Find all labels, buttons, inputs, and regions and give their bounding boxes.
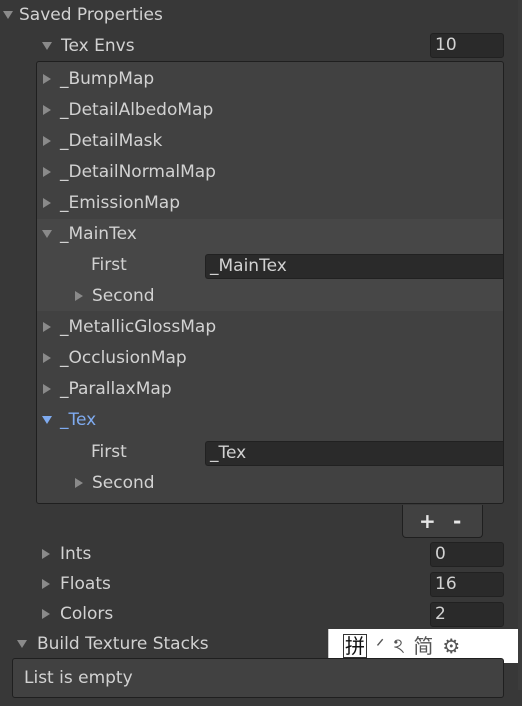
list-item-emissionmap[interactable]: _EmissionMap (37, 188, 180, 219)
inspector-panel: Saved Properties Tex Envs 10 _BumpMap _D… (0, 0, 522, 706)
list-item-detailalbedomap[interactable]: _DetailAlbedoMap (37, 95, 213, 126)
maintex-first-field[interactable]: _MainTex (205, 254, 503, 279)
build-texture-stacks-label: Build Texture Stacks (37, 634, 209, 654)
chevron-right-icon (43, 198, 51, 208)
list-item-label: _ParallaxMap (60, 379, 172, 399)
build-texture-stacks-list: List is empty (12, 658, 504, 698)
tex-envs-size-field[interactable]: 10 (430, 33, 504, 58)
tex-second-foldout[interactable]: Second (69, 468, 155, 499)
chevron-right-icon (42, 549, 50, 559)
floats-label: Floats (60, 574, 111, 594)
list-item-label: _EmissionMap (60, 193, 181, 213)
saved-properties-label: Saved Properties (19, 5, 163, 25)
floats-foldout[interactable]: Floats (0, 569, 111, 600)
list-item-bumpmap[interactable]: _BumpMap (37, 64, 154, 95)
ints-foldout[interactable]: Ints (0, 539, 91, 570)
chevron-down-icon (42, 230, 52, 238)
list-item-occlusionmap[interactable]: _OcclusionMap (37, 343, 187, 374)
chevron-right-icon (43, 105, 51, 115)
colors-foldout[interactable]: Colors (0, 599, 113, 630)
chevron-down-icon (42, 416, 52, 424)
tex-first-label: First (91, 442, 127, 462)
chevron-right-icon (43, 322, 51, 332)
list-item-label: _BumpMap (60, 69, 155, 89)
punctuation-icon[interactable]: ঽ (393, 634, 404, 658)
pinyin-mode-icon[interactable]: 拼 (343, 634, 367, 658)
ints-size-field[interactable]: 0 (430, 542, 504, 567)
chevron-right-icon (75, 291, 83, 301)
chevron-right-icon (42, 609, 50, 619)
chevron-right-icon (43, 384, 51, 394)
tex-envs-foldout[interactable]: Tex Envs (0, 31, 135, 62)
chevron-right-icon (43, 167, 51, 177)
remove-button[interactable]: - (453, 505, 461, 537)
list-item-parallaxmap[interactable]: _ParallaxMap (37, 374, 172, 405)
colors-label: Colors (60, 604, 114, 624)
maintex-second-foldout[interactable]: Second (69, 281, 155, 312)
settings-icon[interactable]: ⚙ (442, 634, 460, 658)
tex-first-field[interactable]: _Tex (205, 441, 503, 466)
list-item-tex[interactable]: _Tex (37, 405, 96, 436)
list-footer: + - (402, 505, 483, 538)
list-item-label: _MainTex (60, 224, 137, 244)
tex-envs-list: _BumpMap _DetailAlbedoMap _DetailMask _D… (36, 61, 504, 504)
chevron-right-icon (43, 353, 51, 363)
list-item-detailmask[interactable]: _DetailMask (37, 126, 162, 157)
list-item-label: _MetallicGlossMap (60, 317, 217, 337)
list-item-label: _DetailAlbedoMap (60, 100, 214, 120)
floats-size-field[interactable]: 16 (430, 572, 504, 597)
list-item-detailnormalmap[interactable]: _DetailNormalMap (37, 157, 216, 188)
chevron-down-icon (17, 640, 27, 648)
chevron-down-icon (42, 42, 52, 50)
tex-second-label: Second (92, 473, 155, 493)
simplified-chinese-icon[interactable]: 简 (413, 634, 433, 658)
chevron-right-icon (75, 478, 83, 488)
list-item-label: _OcclusionMap (60, 348, 187, 368)
build-texture-stacks-foldout[interactable]: Build Texture Stacks (0, 629, 209, 660)
handwriting-icon[interactable]: ᐟ (376, 634, 384, 658)
chevron-down-icon (3, 11, 13, 19)
add-button[interactable]: + (419, 505, 436, 537)
list-item-label: _Tex (60, 410, 97, 430)
chevron-right-icon (43, 74, 51, 84)
list-item-maintex[interactable]: _MainTex (37, 219, 137, 250)
scrollbar[interactable] (518, 0, 522, 690)
maintex-first-label: First (91, 255, 127, 275)
tex-envs-label: Tex Envs (61, 36, 135, 56)
list-item-label: _DetailMask (60, 131, 163, 151)
list-item-label: _DetailNormalMap (60, 162, 216, 182)
saved-properties-foldout[interactable]: Saved Properties (0, 0, 163, 31)
chevron-right-icon (43, 136, 51, 146)
chevron-right-icon (42, 579, 50, 589)
list-item-metallicglossmap[interactable]: _MetallicGlossMap (37, 312, 216, 343)
colors-size-field[interactable]: 2 (430, 602, 504, 627)
ints-label: Ints (60, 544, 92, 564)
maintex-second-label: Second (92, 286, 155, 306)
